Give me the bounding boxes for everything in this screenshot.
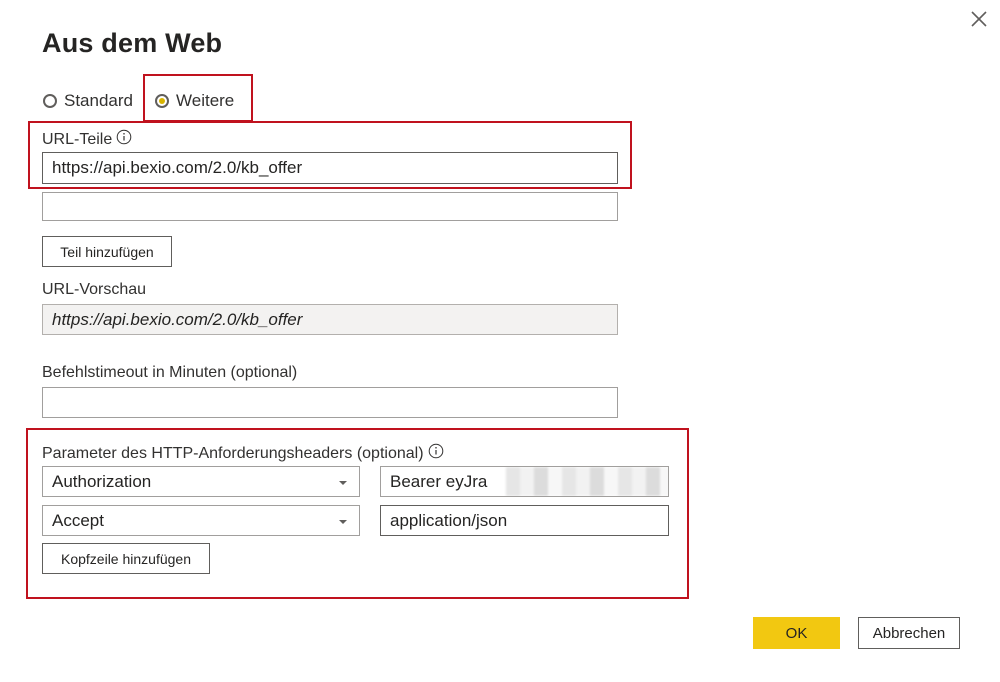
url-preview-field: https://api.bexio.com/2.0/kb_offer <box>42 304 618 335</box>
close-icon[interactable] <box>968 8 990 30</box>
header-value-1: Bearer eyJra <box>390 471 488 491</box>
dialog-aus-dem-web: Aus dem Web Standard Weitere URL-Teile T… <box>0 0 1000 682</box>
headers-label: Parameter des HTTP-Anforderungsheaders (… <box>42 443 444 464</box>
ok-button[interactable]: OK <box>753 617 840 649</box>
radio-weitere-label: Weitere <box>176 91 235 110</box>
header-name-1: Authorization <box>52 471 152 491</box>
url-part-1-input[interactable] <box>42 152 618 184</box>
cancel-button[interactable]: Abbrechen <box>858 617 960 649</box>
radio-weitere[interactable]: Weitere <box>155 91 234 111</box>
url-parts-label: URL-Teile <box>42 129 132 150</box>
header-name-select-1[interactable]: Authorization <box>42 466 360 497</box>
header-name-2: Accept <box>52 510 104 530</box>
redacted-area <box>506 467 668 496</box>
info-icon[interactable] <box>116 129 132 150</box>
chevron-down-icon <box>337 472 349 492</box>
header-value-input-2[interactable] <box>380 505 669 536</box>
url-part-2-input[interactable] <box>42 192 618 221</box>
radio-checked-icon <box>155 94 169 108</box>
chevron-down-icon <box>337 511 349 531</box>
info-icon[interactable] <box>428 443 444 464</box>
timeout-input[interactable] <box>42 387 618 418</box>
radio-unchecked-icon <box>43 94 57 108</box>
add-url-part-button[interactable]: Teil hinzufügen <box>42 236 172 267</box>
url-preview-label: URL-Vorschau <box>42 281 147 298</box>
header-value-input-1[interactable]: Bearer eyJra <box>380 466 669 497</box>
timeout-label: Befehlstimeout in Minuten (optional) <box>42 364 298 381</box>
radio-standard[interactable]: Standard <box>43 91 133 111</box>
header-name-select-2[interactable]: Accept <box>42 505 360 536</box>
headers-label-text: Parameter des HTTP-Anforderungsheaders (… <box>42 444 424 462</box>
dialog-title: Aus dem Web <box>42 28 223 58</box>
add-header-button[interactable]: Kopfzeile hinzufügen <box>42 543 210 574</box>
radio-standard-label: Standard <box>64 91 133 110</box>
url-parts-label-text: URL-Teile <box>42 130 113 148</box>
